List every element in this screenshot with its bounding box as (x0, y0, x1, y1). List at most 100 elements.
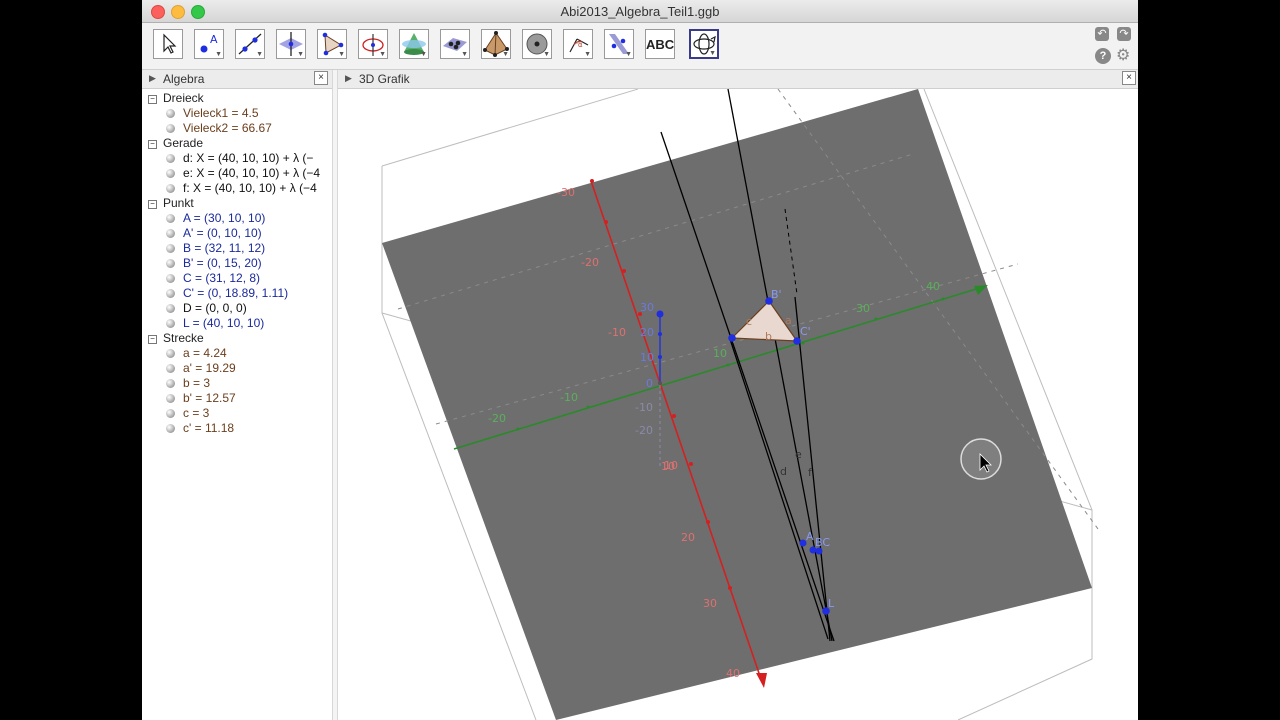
visibility-toggle-icon[interactable] (166, 379, 175, 388)
visibility-toggle-icon[interactable] (166, 214, 175, 223)
visibility-toggle-icon[interactable] (166, 244, 175, 253)
algebra-item[interactable]: C' = (0, 18.89, 1.11) (166, 286, 288, 300)
reflect-tool-button[interactable]: ▼ (604, 29, 634, 59)
help-icon[interactable]: ? (1095, 48, 1111, 64)
algebra-item[interactable]: f: X = (40, 10, 10) + λ (−4 (166, 181, 317, 195)
group-collapse-toggle-icon[interactable]: − (148, 140, 157, 149)
algebra-group-label: Strecke (163, 331, 204, 345)
algebra-item[interactable]: a = 4.24 (166, 346, 227, 360)
view3d-close-button[interactable]: × (1122, 71, 1136, 85)
algebra-item[interactable]: A = (30, 10, 10) (166, 211, 265, 225)
visibility-toggle-icon[interactable] (166, 109, 175, 118)
algebra-item-text: A = (30, 10, 10) (183, 211, 266, 225)
group-collapse-toggle-icon[interactable]: − (148, 335, 157, 344)
rotate-view-tool-button[interactable]: ▼ (689, 29, 719, 59)
line-label: d (780, 465, 787, 478)
text-tool-button[interactable]: ABC (645, 29, 675, 59)
algebra-panel-title: Algebra (163, 72, 205, 86)
visibility-toggle-icon[interactable] (166, 304, 175, 313)
line-label: e (795, 448, 802, 461)
algebra-group-label: Gerade (163, 136, 204, 150)
algebra-item-text: c = 3 (183, 406, 210, 420)
pyramid-tool-button[interactable]: ▼ (481, 29, 511, 59)
segment-label: a (785, 314, 792, 327)
settings-gear-icon[interactable]: ⚙ (1116, 47, 1130, 65)
visibility-toggle-icon[interactable] (166, 349, 175, 358)
algebra-group-gerade[interactable]: − Gerade (148, 136, 203, 150)
group-collapse-toggle-icon[interactable]: − (148, 95, 157, 104)
algebra-panel-header: ▶ Algebra × (142, 70, 332, 89)
toolbar: A ▼ ▼ ▼ ▼ ▼ ▼ ▼ ▼ ▼ α ▼ ▼ ABC ▼ ↶ ↷ ? ⚙ (142, 23, 1138, 70)
visibility-toggle-icon[interactable] (166, 229, 175, 238)
algebra-item-text: c' = 11.18 (183, 421, 235, 435)
algebra-group-label: Punkt (163, 196, 194, 210)
cone-intersect-tool-button[interactable]: ▼ (399, 29, 429, 59)
algebra-item-text: b' = 12.57 (183, 391, 236, 405)
polygon-tool-button[interactable]: ▼ (317, 29, 347, 59)
plane-surface[interactable] (382, 89, 1092, 720)
line-tool-button[interactable]: ▼ (235, 29, 265, 59)
algebra-item[interactable]: e: X = (40, 10, 10) + λ (−4 (166, 166, 320, 180)
visibility-toggle-icon[interactable] (166, 124, 175, 133)
algebra-item-text: e: X = (40, 10, 10) + λ (−4 (183, 166, 321, 180)
graphics-3d-canvas[interactable]: -30 -20 -10 10 20 30 40 -20 -10 10 30 40… (338, 89, 1138, 720)
algebra-item[interactable]: A' = (0, 10, 10) (166, 226, 262, 240)
point-tool-button[interactable]: A ▼ (194, 29, 224, 59)
algebra-item-text: D = (0, 0, 0) (183, 301, 247, 315)
algebra-close-button[interactable]: × (314, 71, 328, 85)
algebra-group-dreieck[interactable]: − Dreieck (148, 91, 204, 105)
visibility-toggle-icon[interactable] (166, 364, 175, 373)
algebra-group-strecke[interactable]: − Strecke (148, 331, 204, 345)
algebra-item[interactable]: B' = (0, 15, 20) (166, 256, 262, 270)
move-tool-button[interactable] (153, 29, 183, 59)
x-tick-label: -30 (557, 186, 575, 199)
window-title: Abi2013_Algebra_Teil1.ggb (560, 4, 720, 19)
algebra-item[interactable]: b = 3 (166, 376, 210, 390)
panel-collapse-icon[interactable]: ▶ (149, 73, 156, 84)
redo-icon[interactable]: ↷ (1117, 27, 1131, 41)
sphere-tool-button[interactable]: ▼ (522, 29, 552, 59)
algebra-item-text: a' = 19.29 (183, 361, 236, 375)
visibility-toggle-icon[interactable] (166, 394, 175, 403)
algebra-item[interactable]: D = (0, 0, 0) (166, 301, 247, 315)
algebra-item[interactable]: Vieleck1 = 4.5 (166, 106, 259, 120)
visibility-toggle-icon[interactable] (166, 319, 175, 328)
algebra-view: − Dreieck Vieleck1 = 4.5 Vieleck2 = 66.67− G… (142, 89, 332, 720)
visibility-toggle-icon[interactable] (166, 259, 175, 268)
move-tool-icon (163, 33, 177, 54)
x-tick-label: 30 (703, 597, 717, 610)
algebra-item[interactable]: Vieleck2 = 66.67 (166, 121, 272, 135)
perpendicular-line-tool-button[interactable]: ▼ (276, 29, 306, 59)
algebra-item[interactable]: a' = 19.29 (166, 361, 236, 375)
circle-tool-button[interactable]: ▼ (358, 29, 388, 59)
algebra-item-text: A' = (0, 10, 10) (183, 226, 262, 240)
visibility-toggle-icon[interactable] (166, 289, 175, 298)
algebra-item[interactable]: c = 3 (166, 406, 209, 420)
visibility-toggle-icon[interactable] (166, 274, 175, 283)
algebra-item[interactable]: B = (32, 11, 12) (166, 241, 265, 255)
algebra-item[interactable]: d: X = (40, 10, 10) + λ (− (166, 151, 313, 165)
algebra-item-text: f: X = (40, 10, 10) + λ (−4 (183, 181, 317, 195)
visibility-toggle-icon[interactable] (166, 424, 175, 433)
algebra-item[interactable]: c' = 11.18 (166, 421, 234, 435)
panel-collapse-icon[interactable]: ▶ (345, 73, 352, 84)
plane-tool-button[interactable]: ▼ (440, 29, 470, 59)
graphics-3d-view[interactable]: -30 -20 -10 10 20 30 40 -20 -10 10 30 40… (338, 89, 1138, 720)
algebra-item[interactable]: b' = 12.57 (166, 391, 236, 405)
svg-text:A: A (210, 33, 218, 46)
visibility-toggle-icon[interactable] (166, 154, 175, 163)
undo-icon[interactable]: ↶ (1095, 27, 1109, 41)
algebra-item-text: B = (32, 11, 12) (183, 241, 266, 255)
text-tool-icon: ABC (646, 37, 675, 52)
algebra-item-text: Vieleck1 = 4.5 (183, 106, 259, 120)
z-tick-label: 10 (640, 351, 654, 364)
algebra-group-punkt[interactable]: − Punkt (148, 196, 194, 210)
algebra-item[interactable]: C = (31, 12, 8) (166, 271, 260, 285)
angle-tool-button[interactable]: α ▼ (563, 29, 593, 59)
algebra-item-text: C = (31, 12, 8) (183, 271, 261, 285)
visibility-toggle-icon[interactable] (166, 409, 175, 418)
algebra-item[interactable]: L = (40, 10, 10) (166, 316, 264, 330)
visibility-toggle-icon[interactable] (166, 184, 175, 193)
visibility-toggle-icon[interactable] (166, 169, 175, 178)
group-collapse-toggle-icon[interactable]: − (148, 200, 157, 209)
